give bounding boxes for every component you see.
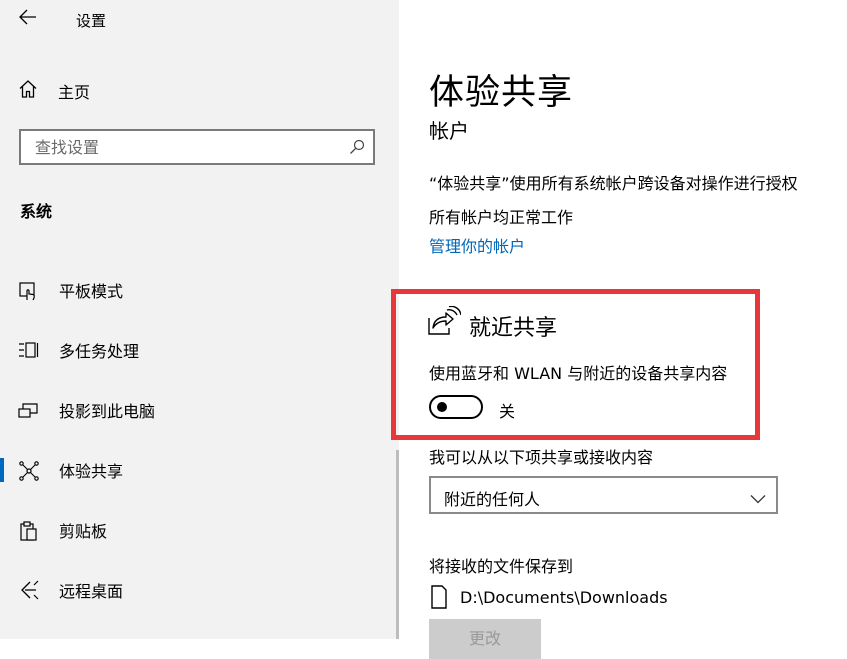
home-icon <box>18 79 38 103</box>
file-icon <box>431 585 447 613</box>
chevron-down-icon <box>750 489 766 508</box>
change-button[interactable]: 更改 <box>429 619 541 659</box>
accounts-description: “体验共享”使用所有系统帐户跨设备对操作进行授权 所有帐户均正常工作 <box>429 167 839 235</box>
main-content: 体验共享 帐户 “体验共享”使用所有系统帐户跨设备对操作进行授权 所有帐户均正常… <box>391 0 847 659</box>
accounts-heading: 帐户 <box>429 119 469 143</box>
remote-desktop-icon <box>18 580 40 602</box>
share-from-dropdown[interactable]: 附近的任何人 <box>429 476 778 514</box>
sidebar-item-shared-experiences[interactable]: 体验共享 <box>0 450 399 490</box>
page-title: 体验共享 <box>429 73 574 113</box>
sidebar-item-multitasking[interactable]: 多任务处理 <box>0 330 399 370</box>
search-icon[interactable] <box>349 139 365 159</box>
multitasking-icon <box>18 340 40 362</box>
sidebar-item-remote-desktop[interactable]: 远程桌面 <box>0 570 399 610</box>
tablet-mode-icon <box>18 280 40 302</box>
nearby-sharing-toggle[interactable] <box>429 395 483 419</box>
sidebar-item-clipboard[interactable]: 剪贴板 <box>0 510 399 550</box>
shared-experiences-icon <box>18 460 40 482</box>
search-input[interactable] <box>21 131 335 163</box>
accounts-desc-line: “体验共享”使用所有系统帐户跨设备对操作进行授权 <box>429 174 798 193</box>
section-title: 系统 <box>20 202 53 221</box>
nearby-sharing-icon <box>427 305 462 342</box>
sidebar-item-project-to-pc[interactable]: 投影到此电脑 <box>0 390 399 430</box>
sidebar-item-label: 远程桌面 <box>59 582 124 601</box>
share-from-label: 我可以从以下项共享或接收内容 <box>429 448 654 467</box>
sidebar-item-label: 体验共享 <box>59 462 124 481</box>
sidebar-item-label: 平板模式 <box>59 282 124 301</box>
project-to-pc-icon <box>18 400 40 422</box>
manage-accounts-link[interactable]: 管理你的帐户 <box>429 233 525 257</box>
sidebar-item-home[interactable]: 主页 <box>18 78 90 104</box>
back-arrow-icon <box>19 9 37 29</box>
toggle-state-label: 关 <box>499 402 516 421</box>
sidebar-item-label: 多任务处理 <box>59 342 140 361</box>
sidebar-item-label: 主页 <box>58 83 91 102</box>
save-path: D:\Documents\Downloads <box>460 588 668 607</box>
clipboard-icon <box>18 520 40 542</box>
sidebar-item-tablet-mode[interactable]: 平板模式 <box>0 270 399 310</box>
accounts-desc-line: 所有帐户均正常工作 <box>429 208 574 227</box>
toggle-knob <box>437 402 447 412</box>
back-button[interactable] <box>14 6 42 32</box>
sidebar: 设置 主页 系统 平板模式 多任务处理 投影到此电脑 体验共享 <box>0 0 399 639</box>
nearby-sharing-title: 就近共享 <box>469 316 558 341</box>
sidebar-item-label: 剪贴板 <box>59 522 108 541</box>
dropdown-value: 附近的任何人 <box>444 490 541 509</box>
sidebar-item-label: 投影到此电脑 <box>59 402 156 421</box>
app-title: 设置 <box>76 12 107 30</box>
nearby-sharing-description: 使用蓝牙和 WLAN 与附近的设备共享内容 <box>429 364 728 383</box>
search-box[interactable] <box>19 129 375 165</box>
save-location-label: 将接收的文件保存到 <box>429 557 574 576</box>
